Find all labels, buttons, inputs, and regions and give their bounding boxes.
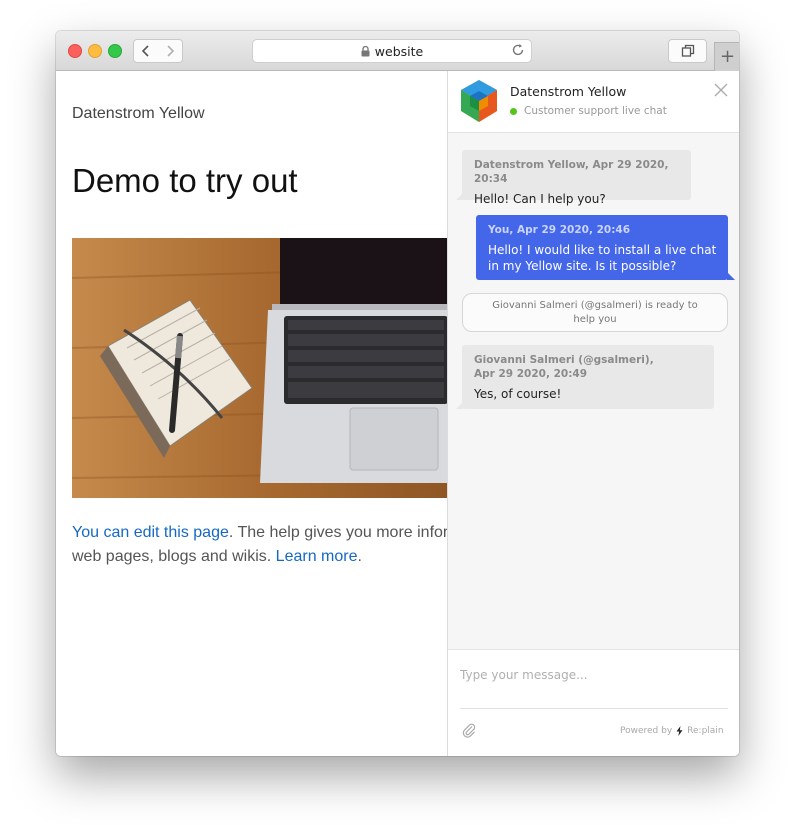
reload-icon[interactable]	[511, 43, 525, 57]
message-text: Hello! Can I help you?	[474, 192, 606, 206]
message-text: Hello! I would like to install a live ch…	[488, 243, 717, 273]
chat-message-outgoing: You, Apr 29 2020, 20:46 Hello! I would l…	[476, 215, 735, 280]
learn-more-link[interactable]: Learn more	[276, 548, 358, 565]
chat-composer: Powered by Re:plain	[448, 649, 739, 756]
online-status-icon	[510, 107, 517, 115]
browser-window: website + Datenstrom Yellow Demo to try …	[56, 31, 739, 756]
maximize-window-button[interactable]	[108, 44, 122, 58]
chevron-right-icon	[167, 45, 175, 57]
laptop-notebook-photo	[72, 238, 448, 498]
site-name[interactable]: Datenstrom Yellow	[72, 105, 205, 123]
powered-by-text: Powered by	[620, 726, 673, 736]
agent-ready-notice: Giovanni Salmeri (@gsalmeri) is ready to…	[462, 293, 728, 332]
chat-widget: Datenstrom Yellow Customer support live …	[447, 71, 739, 756]
chat-status: Customer support live chat	[510, 105, 667, 117]
tabs-overview-button[interactable]	[668, 39, 707, 63]
message-meta: You, Apr 29 2020, 20:46	[488, 224, 631, 236]
chat-title: Datenstrom Yellow	[510, 84, 627, 99]
yellow-logo-icon	[461, 80, 497, 122]
intro-text-2: web pages, blogs and wikis.	[72, 548, 276, 565]
notice-text: Giovanni Salmeri (@gsalmeri) is ready to…	[492, 299, 698, 325]
edit-page-link[interactable]: You can edit this page	[72, 524, 229, 541]
message-meta: Giovanni Salmeri (@gsalmeri), Apr 29 202…	[474, 354, 654, 380]
address-bar[interactable]: website	[252, 39, 532, 63]
powered-by[interactable]: Powered by Re:plain	[620, 726, 724, 736]
chat-message-incoming: Giovanni Salmeri (@gsalmeri), Apr 29 202…	[456, 345, 714, 409]
new-tab-button[interactable]: +	[714, 42, 739, 71]
browser-toolbar: website +	[56, 31, 739, 71]
page-title: Demo to try out	[72, 162, 298, 199]
tabs-overview-icon	[681, 44, 694, 57]
close-chat-icon[interactable]	[714, 83, 728, 97]
brand-name: Re:plain	[687, 726, 724, 736]
plus-icon: +	[719, 46, 736, 67]
url-text: website	[374, 43, 424, 59]
forward-button[interactable]	[158, 39, 183, 63]
message-text: Yes, of course!	[474, 387, 562, 401]
message-input[interactable]	[460, 660, 728, 709]
chat-status-text: Customer support live chat	[524, 105, 667, 117]
lock-icon	[361, 45, 370, 57]
bolt-icon	[676, 726, 683, 736]
back-button[interactable]	[133, 39, 159, 63]
chevron-left-icon	[141, 45, 149, 57]
message-meta: Datenstrom Yellow, Apr 29 2020, 20:34	[474, 159, 669, 185]
chat-message-incoming: Datenstrom Yellow, Apr 29 2020, 20:34 He…	[456, 150, 691, 206]
chat-header: Datenstrom Yellow Customer support live …	[448, 71, 739, 133]
intro-text-1: . The help gives you more infor	[228, 524, 449, 541]
paperclip-icon[interactable]	[461, 722, 477, 738]
intro-text-3: .	[357, 548, 362, 565]
intro-paragraph: You can edit this page. The help gives y…	[72, 521, 452, 569]
minimize-window-button[interactable]	[88, 44, 102, 58]
page-content: Datenstrom Yellow Demo to try out You ca…	[56, 71, 739, 756]
close-window-button[interactable]	[68, 44, 82, 58]
